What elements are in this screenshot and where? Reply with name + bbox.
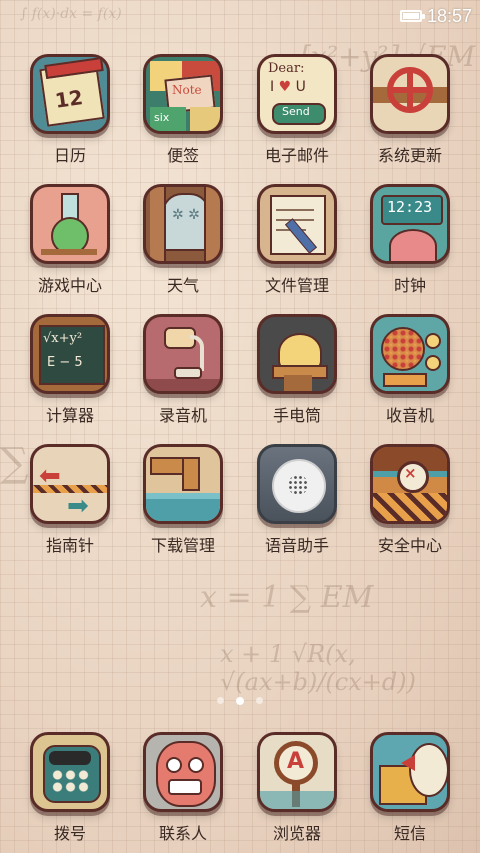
app-recorder[interactable]: 录音机 — [126, 314, 240, 432]
calendar-icon[interactable]: 12 — [30, 54, 110, 134]
app-label: 收音机 — [385, 406, 434, 425]
app-update[interactable]: 系统更新 — [353, 54, 467, 172]
magnifier-icon[interactable]: A — [257, 732, 337, 812]
app-clock[interactable]: 12:23 时钟 — [353, 184, 467, 302]
app-label: 下载管理 — [150, 536, 215, 555]
app-calculator[interactable]: √x+y² E − 5 计算器 — [13, 314, 127, 432]
steering-wheel-icon[interactable] — [370, 54, 450, 134]
app-email[interactable]: Dear: I ♥ U Send 电子邮件 — [240, 54, 354, 172]
app-label: 系统更新 — [377, 146, 442, 165]
battery-icon — [400, 10, 425, 22]
dock: 拨号 联系人 A 浏览器 短信 — [0, 732, 480, 853]
app-label: 计算器 — [45, 406, 94, 425]
page-dot-current[interactable] — [236, 696, 244, 705]
flask-icon[interactable] — [30, 184, 110, 264]
telephone-icon[interactable] — [30, 732, 110, 812]
app-label: 浏览器 — [272, 824, 321, 843]
app-label: 安全中心 — [377, 536, 442, 555]
pipe-water-icon[interactable] — [143, 444, 223, 524]
app-label: 便签 — [166, 146, 199, 165]
digital-clock-icon[interactable]: 12:23 — [370, 184, 450, 264]
status-time: 18:57 — [426, 6, 472, 26]
app-label: 手电筒 — [272, 406, 321, 425]
app-label: 游戏中心 — [37, 276, 102, 295]
app-calendar[interactable]: 12 日历 — [13, 54, 127, 172]
app-browser[interactable]: A 浏览器 — [240, 732, 354, 850]
app-compass[interactable]: ⬅ ➡ 指南针 — [13, 444, 127, 562]
monster-face-icon[interactable] — [143, 732, 223, 812]
app-radio[interactable]: 收音机 — [353, 314, 467, 432]
app-label: 文件管理 — [264, 276, 329, 295]
page-dot[interactable] — [217, 697, 224, 704]
app-messages[interactable]: 短信 — [353, 732, 467, 850]
app-notes[interactable]: Note six 便签 — [126, 54, 240, 172]
page-indicator — [0, 696, 480, 705]
app-label: 短信 — [393, 824, 426, 843]
status-bar: 18:57 — [0, 0, 480, 34]
app-weather[interactable]: ✲ ✲ 天气 — [126, 184, 240, 302]
background-doodle: x + 1 √R(x, √(ax+b)/(cx+d)) — [220, 640, 416, 696]
voice-mic-icon[interactable] — [257, 444, 337, 524]
app-label: 语音助手 — [264, 536, 329, 555]
microphone-icon[interactable] — [143, 314, 223, 394]
chalkboard-icon[interactable]: √x+y² E − 5 — [30, 314, 110, 394]
app-label: 时钟 — [393, 276, 426, 295]
app-security[interactable]: × 安全中心 — [353, 444, 467, 562]
app-contacts[interactable]: 联系人 — [126, 732, 240, 850]
lamp-icon[interactable] — [257, 314, 337, 394]
document-pencil-icon[interactable] — [257, 184, 337, 264]
app-label: 拨号 — [53, 824, 86, 843]
app-label: 录音机 — [158, 406, 207, 425]
email-letter-icon[interactable]: Dear: I ♥ U Send — [257, 54, 337, 134]
app-files[interactable]: 文件管理 — [240, 184, 354, 302]
app-downloads[interactable]: 下载管理 — [126, 444, 240, 562]
background-doodle: x = 1 ∑ EM — [200, 580, 374, 615]
shield-badge-icon[interactable]: × — [370, 444, 450, 524]
radio-icon[interactable] — [370, 314, 450, 394]
app-voice[interactable]: 语音助手 — [240, 444, 354, 562]
sticky-note-icon[interactable]: Note six — [143, 54, 223, 134]
direction-arrows-icon[interactable]: ⬅ ➡ — [30, 444, 110, 524]
app-flashlight[interactable]: 手电筒 — [240, 314, 354, 432]
page-dot[interactable] — [256, 697, 263, 704]
app-label: 日历 — [53, 146, 86, 165]
app-dialer[interactable]: 拨号 — [13, 732, 127, 850]
app-label: 电子邮件 — [264, 146, 329, 165]
window-icon[interactable]: ✲ ✲ — [143, 184, 223, 264]
app-games[interactable]: 游戏中心 — [13, 184, 127, 302]
app-label: 天气 — [166, 276, 199, 295]
app-label: 联系人 — [158, 824, 207, 843]
bird-letter-icon[interactable] — [370, 732, 450, 812]
app-label: 指南针 — [45, 536, 94, 555]
